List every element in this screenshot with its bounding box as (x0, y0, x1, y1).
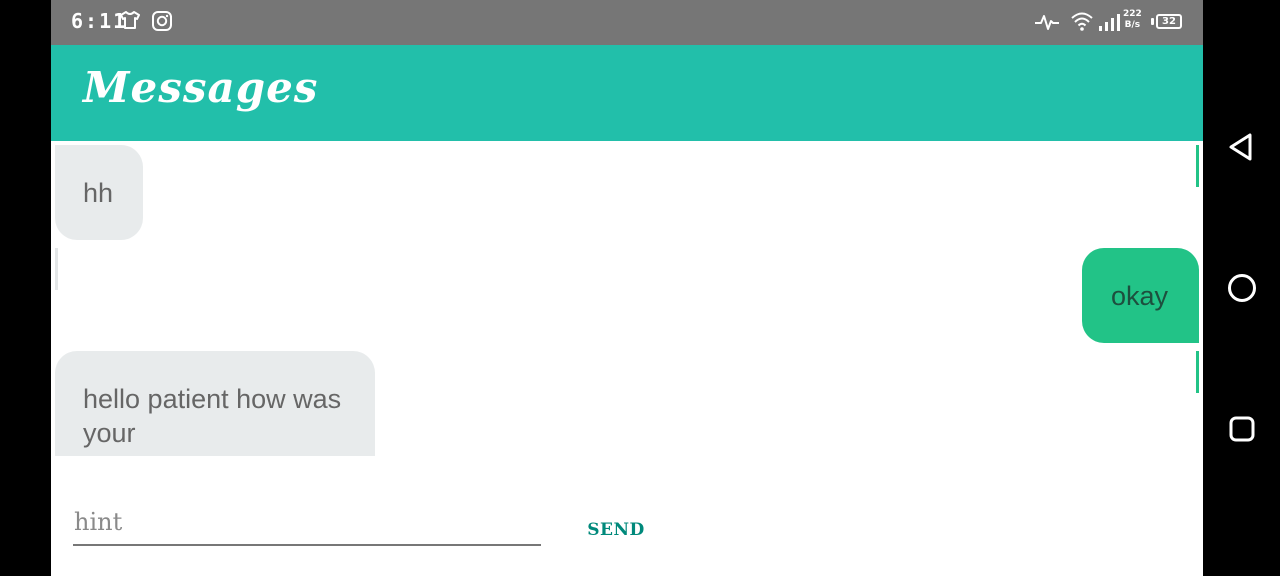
activity-icon (1034, 12, 1060, 36)
recents-icon[interactable] (1225, 412, 1259, 446)
message-bubble-outgoing: okay (1082, 248, 1199, 343)
message-indicator (1196, 351, 1199, 393)
navigation-bar (1203, 0, 1280, 576)
wifi-icon (1070, 10, 1094, 36)
send-button[interactable]: SEND (581, 516, 651, 544)
home-icon[interactable] (1225, 271, 1259, 305)
message-bubble-incoming: hh (55, 145, 143, 240)
message-list[interactable]: hh okay hello patient how was your (51, 141, 1203, 456)
status-bar: 6:11 222 B/s 32 (51, 0, 1203, 45)
shirt-icon (119, 10, 141, 34)
message-bubble-incoming: hello patient how was your (55, 351, 375, 456)
signal-icon (1098, 12, 1120, 36)
instagram-icon (151, 10, 173, 36)
battery-cap (1151, 18, 1154, 25)
message-indicator (55, 248, 58, 290)
composer: SEND (51, 456, 1203, 576)
message-indicator (1196, 145, 1199, 187)
network-speed: 222 B/s (1123, 9, 1142, 30)
message-input[interactable] (73, 506, 541, 546)
app-screen: 6:11 222 B/s 32 Messages hh okay hello pa… (51, 0, 1203, 576)
page-title: Messages (83, 63, 319, 112)
battery-icon: 32 (1156, 14, 1182, 29)
app-bar: Messages (51, 45, 1203, 141)
back-icon[interactable] (1225, 130, 1259, 164)
